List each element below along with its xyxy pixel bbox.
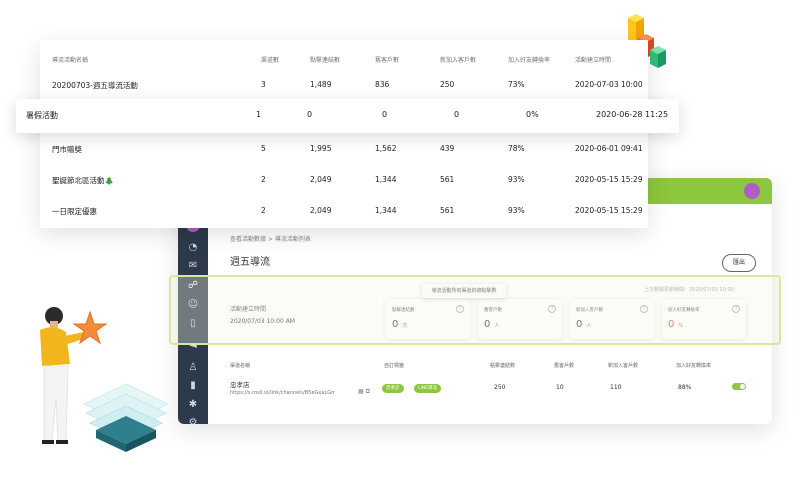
- breadcrumb[interactable]: 查看活動數據 > 導流活動列表: [230, 234, 311, 243]
- cell-new: 561: [440, 206, 455, 215]
- cell-channels: 2: [261, 206, 266, 215]
- stats-highlight-frame: [169, 275, 781, 345]
- channel-col-header: 點擊連結數: [490, 363, 516, 369]
- channel-name: 忠孝店: [230, 381, 250, 389]
- cell-rate: 73%: [508, 80, 525, 89]
- cell-clicks: 0: [307, 110, 313, 119]
- channel-url[interactable]: https://s.rosil.io/link/channels/B5eGxaL…: [230, 390, 335, 396]
- cell-new: 0: [454, 110, 460, 119]
- avatar[interactable]: [744, 183, 760, 199]
- tag: LINE導流: [414, 384, 442, 393]
- channel-clicks: 250: [494, 384, 506, 391]
- table-header: 點擊連結數: [310, 57, 341, 64]
- table-header: 活動建立時間: [575, 57, 612, 64]
- cell-created: 2020-05-15 15:29: [575, 206, 643, 215]
- channel-rate: 88%: [678, 384, 692, 391]
- tag: 忠孝店: [382, 384, 404, 393]
- settings-icon[interactable]: ✱: [187, 399, 199, 411]
- cell-channels: 5: [261, 144, 266, 153]
- table-row[interactable]: 20200703-週五導流活動 3 1,489 836 250 73% 2020…: [40, 70, 648, 100]
- table-header: 渠道數: [261, 57, 280, 64]
- cell-created: 2020-07-03 10:00: [575, 80, 643, 89]
- page-title: 週五導流: [230, 257, 270, 268]
- table-row[interactable]: 一日限定優惠 2 2,049 1,344 561 93% 2020-05-15 …: [40, 196, 648, 226]
- table-row[interactable]: 聖誕節北區活動🎄 2 2,049 1,344 561 93% 2020-05-1…: [40, 165, 648, 195]
- cell-old: 1,344: [375, 175, 397, 184]
- export-button[interactable]: 匯出: [722, 254, 756, 272]
- cell-name: 一日限定優惠: [52, 207, 97, 216]
- cell-channels: 1: [256, 110, 262, 119]
- cell-clicks: 2,049: [310, 206, 332, 215]
- cell-name: 門市贈獎: [52, 145, 82, 154]
- table-header: 新加入客戶數: [440, 57, 477, 64]
- channel-col-header: 自訂標籤: [384, 363, 405, 369]
- chart-icon[interactable]: ▮: [187, 380, 199, 392]
- channel-old: 10: [556, 384, 564, 391]
- table-row-highlighted[interactable]: 暑假活動 1 0 0 0 0% 2020-06-28 11:25: [16, 99, 679, 133]
- cell-name: 聖誕節北區活動🎄: [52, 176, 114, 185]
- table-row[interactable]: 門市贈獎 5 1,995 1,562 439 78% 2020-06-01 09…: [40, 134, 648, 164]
- cell-new: 561: [440, 175, 455, 184]
- cell-old: 1,344: [375, 206, 397, 215]
- cell-new: 439: [440, 144, 455, 153]
- channel-col-header: 新加入客戶數: [608, 363, 639, 369]
- cell-created: 2020-05-15 15:29: [575, 175, 643, 184]
- channel-toggle[interactable]: [732, 383, 746, 390]
- channel-new: 110: [610, 384, 622, 391]
- cell-channels: 2: [261, 175, 266, 184]
- channel-col-header: 舊客戶數: [554, 363, 575, 369]
- channel-col-header: 加入好友轉換率: [676, 363, 712, 369]
- cell-new: 250: [440, 80, 455, 89]
- cell-clicks: 2,049: [310, 175, 332, 184]
- gauge-icon[interactable]: ◔: [187, 242, 199, 254]
- cell-rate: 0%: [526, 110, 539, 119]
- cell-clicks: 1,489: [310, 80, 332, 89]
- cell-created: 2020-06-01 09:41: [575, 144, 643, 153]
- cell-name: 暑假活動: [26, 111, 58, 120]
- gear-icon[interactable]: ⚙: [187, 417, 199, 424]
- cell-rate: 93%: [508, 175, 525, 184]
- cell-old: 836: [375, 80, 390, 89]
- cell-rate: 78%: [508, 144, 525, 153]
- cell-created: 2020-06-28 11:25: [596, 110, 669, 119]
- channel-col-header: 渠道名稱: [230, 363, 251, 369]
- message-icon[interactable]: ✉: [187, 260, 199, 272]
- layers-illustration: [82, 383, 170, 452]
- campaign-table: 導流活動名稱 渠道數 點擊連結數 舊客戶數 新加入客戶數 加入好友轉換率 活動建…: [40, 40, 648, 228]
- table-header: 加入好友轉換率: [508, 57, 551, 64]
- cell-clicks: 1,995: [310, 144, 332, 153]
- users-icon[interactable]: ♙: [187, 362, 199, 374]
- cell-old: 0: [382, 110, 388, 119]
- table-header: 舊客戶數: [375, 57, 400, 64]
- copy-icon[interactable]: ▦ ⧉: [358, 388, 370, 396]
- cell-name: 20200703-週五導流活動: [52, 81, 138, 90]
- table-header: 導流活動名稱: [52, 57, 89, 64]
- cell-rate: 93%: [508, 206, 525, 215]
- cell-channels: 3: [261, 80, 266, 89]
- cell-old: 1,562: [375, 144, 397, 153]
